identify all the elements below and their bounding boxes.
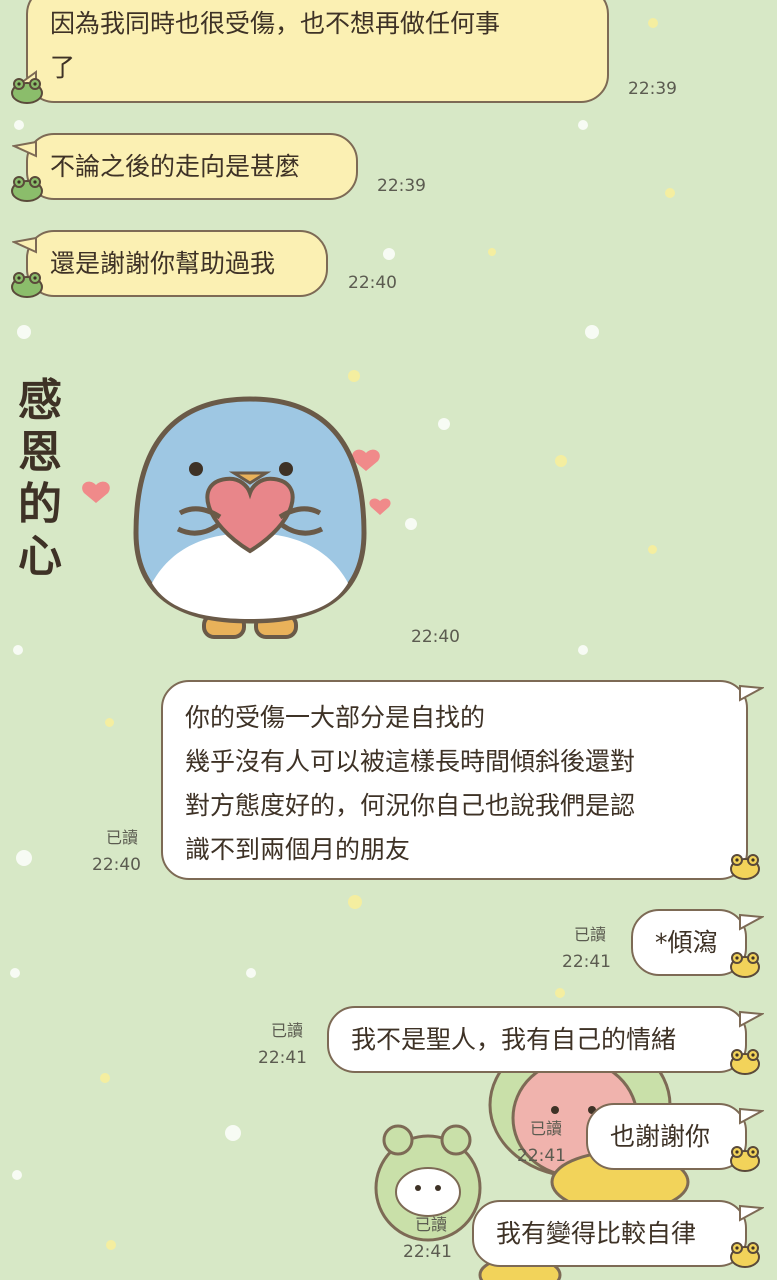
message-text-line: 因為我同時也很受傷，也不想再做任何事 xyxy=(50,9,501,38)
message-bubble-outgoing[interactable]: 我有變得比較自律 xyxy=(472,1200,747,1267)
message-bubble-incoming[interactable]: 還是謝謝你幫助過我 xyxy=(26,230,328,297)
bubble-tail-icon xyxy=(739,1107,764,1125)
message-timestamp: 22:40 xyxy=(348,273,397,293)
message-text-line: 識不到兩個月的朋友 xyxy=(185,835,411,864)
bubble-tail-icon xyxy=(739,684,764,702)
message-text-line: 幾乎沒有人可以被這樣長時間傾斜後還對 xyxy=(185,747,636,776)
sticker-caption-char: 感 xyxy=(18,375,62,426)
penguin-heart-sticker-icon xyxy=(82,396,391,639)
message-text: 也謝謝你 xyxy=(610,1122,711,1151)
message-text: 不論之後的走向是甚麼 xyxy=(50,152,301,181)
message-timestamp: 22:41 xyxy=(403,1242,452,1262)
message-timestamp: 22:40 xyxy=(411,627,460,647)
read-receipt: 已讀 xyxy=(530,1119,563,1138)
chick-avatar-icon xyxy=(730,952,760,978)
chick-avatar-icon xyxy=(730,1146,760,1172)
sticker-caption-char: 的 xyxy=(18,479,62,530)
read-receipt: 已讀 xyxy=(415,1215,448,1234)
message-text: 還是謝謝你幫助過我 xyxy=(50,249,276,278)
read-receipt: 已讀 xyxy=(574,925,607,944)
chick-avatar-icon xyxy=(730,1049,760,1075)
message-text: *傾瀉 xyxy=(655,928,718,957)
sticker-caption: 感 恩 的 心 xyxy=(18,375,78,583)
chat-area[interactable]: 因為我同時也很受傷，也不想再做任何事 了 22:39 不論之後的走向是甚麼 22… xyxy=(0,0,777,1280)
frog-avatar-icon xyxy=(11,78,43,104)
frog-avatar-icon xyxy=(11,272,43,298)
read-receipt: 已讀 xyxy=(271,1021,304,1040)
message-bubble-incoming[interactable]: 不論之後的走向是甚麼 xyxy=(26,133,358,200)
message-timestamp: 22:41 xyxy=(258,1048,307,1068)
message-timestamp: 22:40 xyxy=(92,855,141,875)
bubble-tail-icon xyxy=(739,1204,764,1222)
message-bubble-outgoing[interactable]: 我不是聖人，我有自己的情緒 xyxy=(327,1006,747,1073)
message-timestamp: 22:39 xyxy=(377,176,426,196)
message-bubble-outgoing[interactable]: 你的受傷一大部分是自找的 幾乎沒有人可以被這樣長時間傾斜後還對 對方態度好的，何… xyxy=(161,680,748,880)
bubble-tail-icon xyxy=(739,1010,764,1028)
message-text-line: 你的受傷一大部分是自找的 xyxy=(185,703,486,732)
message-bubble-incoming[interactable]: 因為我同時也很受傷，也不想再做任何事 了 xyxy=(26,0,609,103)
message-text: 我有變得比較自律 xyxy=(496,1219,697,1248)
message-timestamp: 22:39 xyxy=(628,79,677,99)
sticker-message[interactable]: 感 恩 的 心 xyxy=(14,375,404,655)
frog-avatar-icon xyxy=(11,176,43,202)
bubble-tail-icon xyxy=(739,913,764,931)
message-timestamp: 22:41 xyxy=(562,952,611,972)
message-timestamp: 22:41 xyxy=(517,1146,566,1166)
sticker-caption-char: 心 xyxy=(18,531,62,582)
message-text-line: 對方態度好的，何況你自己也說我們是認 xyxy=(185,791,636,820)
chick-avatar-icon xyxy=(730,854,760,880)
message-text-line: 了 xyxy=(50,53,76,82)
sticker-caption-char: 恩 xyxy=(18,427,62,478)
bubble-tail-icon xyxy=(12,236,37,254)
chick-avatar-icon xyxy=(730,1242,760,1268)
read-receipt: 已讀 xyxy=(106,828,139,847)
message-bubble-outgoing[interactable]: 也謝謝你 xyxy=(586,1103,747,1170)
message-text: 我不是聖人，我有自己的情緒 xyxy=(351,1025,677,1054)
bubble-tail-icon xyxy=(12,140,37,158)
